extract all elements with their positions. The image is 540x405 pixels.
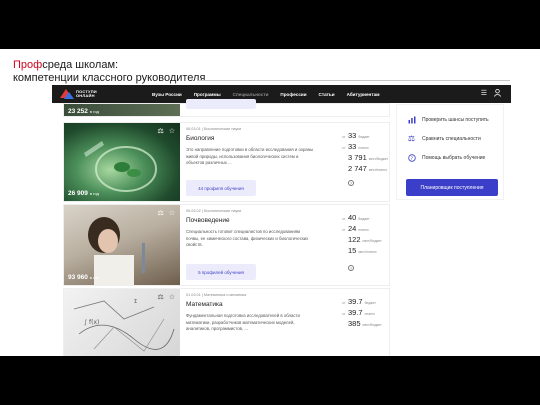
- card-stats: от 33 бюджет от 33 платно 3 791 мест/бюджет 2…: [342, 131, 388, 173]
- help-icon[interactable]: ?: [348, 265, 354, 271]
- profiles-button[interactable]: 44 профиля обучения: [186, 180, 256, 196]
- sidebar-item-label: Сравнить специальности: [422, 135, 481, 142]
- card-description: Специальность готовит специалистов по ис…: [186, 229, 309, 247]
- svg-text:Σ: Σ: [134, 299, 137, 305]
- card-meta: 01.03.01 | Математика и механика: [186, 293, 247, 297]
- user-icon[interactable]: [494, 89, 501, 99]
- list-item-partial[interactable]: 23 252 в год: [63, 99, 390, 117]
- card-stat-label: в год: [89, 191, 99, 196]
- card-stat-value: 93 960: [68, 274, 88, 281]
- logo-line2: ОНЛАЙН: [76, 93, 95, 98]
- slide-title: Профсреда школам: компетенции классного …: [13, 59, 205, 85]
- logo-mark-icon: [60, 89, 74, 99]
- menu-icon[interactable]: ☰: [481, 89, 487, 99]
- card-meta: 06.03.01 | Биологические науки: [186, 127, 242, 131]
- svg-text:∫ f(x): ∫ f(x): [84, 319, 99, 326]
- compare-icon: ⚖: [407, 134, 416, 143]
- favorite-star-icon[interactable]: ☆: [169, 209, 175, 217]
- title-rest: среда школам:: [42, 59, 119, 71]
- help-icon[interactable]: ?: [348, 180, 354, 186]
- nav-link-articles[interactable]: Статьи: [319, 92, 335, 97]
- sidebar-item-help-choose[interactable]: ? Помощь выбрать обучение: [407, 153, 485, 162]
- site-navbar: ПОСТУПИ ОНЛАЙН Вузы России Программы Спе…: [52, 85, 511, 103]
- nav-links: Вузы России Программы Специальности Проф…: [152, 92, 380, 97]
- sidebar-item-check-chances[interactable]: Проверить шансы поступить: [407, 115, 489, 124]
- title-line2: компетенции классного руководителя: [13, 72, 206, 84]
- profiles-button[interactable]: [186, 99, 256, 109]
- specialty-list: 23 252 в год ⚖ ☆ 26 909 в год 06.03.01 | Б: [63, 99, 390, 356]
- sidebar-panel: Проверить шансы поступить ⚖ Сравнить спе…: [396, 104, 504, 200]
- nav-link-applicants[interactable]: Абитуриентам: [347, 92, 380, 97]
- bar-chart-icon: [407, 115, 416, 124]
- favorite-star-icon[interactable]: ☆: [169, 127, 175, 135]
- card-meta: 06.03.02 | Биологические науки: [186, 209, 242, 213]
- help-circle-icon: ?: [407, 153, 416, 162]
- nav-link-specialties[interactable]: Специальности: [233, 92, 269, 97]
- card-title[interactable]: Биология: [186, 135, 214, 142]
- list-item[interactable]: ⚖ ☆ 93 960 в год 06.03.02 | Биологические…: [63, 204, 390, 286]
- card-title[interactable]: Почвоведение: [186, 217, 230, 224]
- nav-link-universities[interactable]: Вузы России: [152, 92, 182, 97]
- card-stat-value: 23 252: [68, 108, 88, 115]
- list-item[interactable]: ⚖ ☆ 26 909 в год 06.03.01 | Биологические…: [63, 122, 390, 202]
- compare-icon[interactable]: ⚖: [157, 209, 163, 217]
- card-stat-label: в год: [89, 109, 99, 114]
- sidebar-item-label: Проверить шансы поступить: [422, 116, 489, 123]
- card-image: ⚖ ☆ 26 909 в год: [64, 123, 180, 201]
- card-image: 23 252 в год: [64, 104, 180, 116]
- card-image: ⚖ ☆ 93 960 в год: [64, 205, 180, 285]
- list-item[interactable]: ∫ f(x) Σ ⚖ ☆ 01.03.01 | Математика и мех…: [63, 288, 390, 356]
- site-logo[interactable]: ПОСТУПИ ОНЛАЙН: [60, 89, 148, 99]
- profiles-button[interactable]: 5 профилей обучения: [186, 264, 256, 280]
- compare-icon[interactable]: ⚖: [157, 127, 163, 135]
- card-title[interactable]: Математика: [186, 301, 223, 308]
- favorite-star-icon[interactable]: ☆: [169, 293, 175, 301]
- nav-link-professions[interactable]: Профессии: [280, 92, 306, 97]
- card-stats: от 40 бюджет от 24 платно 122 мест/бюджет 15 м…: [342, 213, 382, 255]
- admission-planner-button[interactable]: Планировщик поступления: [406, 179, 498, 196]
- compare-icon[interactable]: ⚖: [157, 293, 163, 301]
- sidebar-item-label: Помощь выбрать обучение: [422, 154, 486, 161]
- title-accent: Проф: [13, 59, 43, 71]
- card-stats: от 39.7 бюджет от 39.7 платно 385 мест/бюджет: [342, 297, 382, 328]
- card-stat-value: 26 909: [68, 190, 88, 197]
- card-image: ∫ f(x) Σ ⚖ ☆: [64, 289, 180, 356]
- sidebar-item-compare[interactable]: ⚖ Сравнить специальности: [407, 134, 481, 143]
- card-stat-label: в год: [89, 275, 99, 280]
- nav-link-programs[interactable]: Программы: [194, 92, 221, 97]
- card-description: Фундаментальная подготовка исследователе…: [186, 313, 300, 331]
- card-description: Это направление подготовки в области исс…: [186, 147, 314, 165]
- slide: Профсреда школам: компетенции классного …: [0, 49, 540, 356]
- title-divider: [198, 80, 510, 81]
